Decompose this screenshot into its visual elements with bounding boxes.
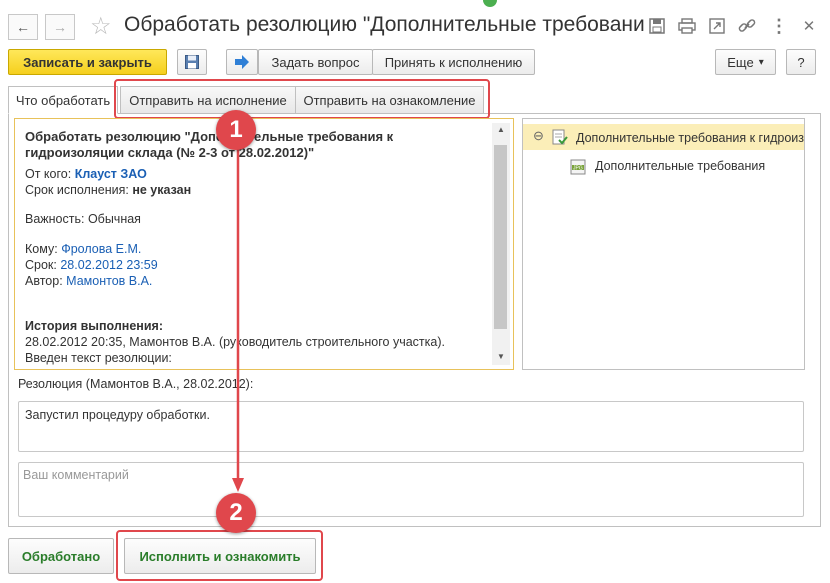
step-badge-2: 2 (216, 493, 256, 533)
annotation-arrow (232, 148, 244, 492)
step-badge-1: 1 (216, 110, 256, 150)
